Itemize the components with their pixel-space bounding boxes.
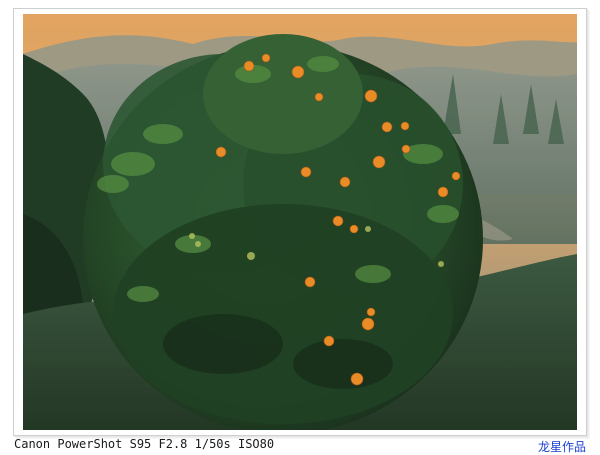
exif-caption: Canon PowerShot S95 F2.8 1/50s ISO80 xyxy=(14,437,275,451)
orange-tree-photo xyxy=(23,14,577,430)
orange-tree-illustration xyxy=(23,14,577,430)
photographer-signature: 龙星作品 xyxy=(537,440,586,454)
